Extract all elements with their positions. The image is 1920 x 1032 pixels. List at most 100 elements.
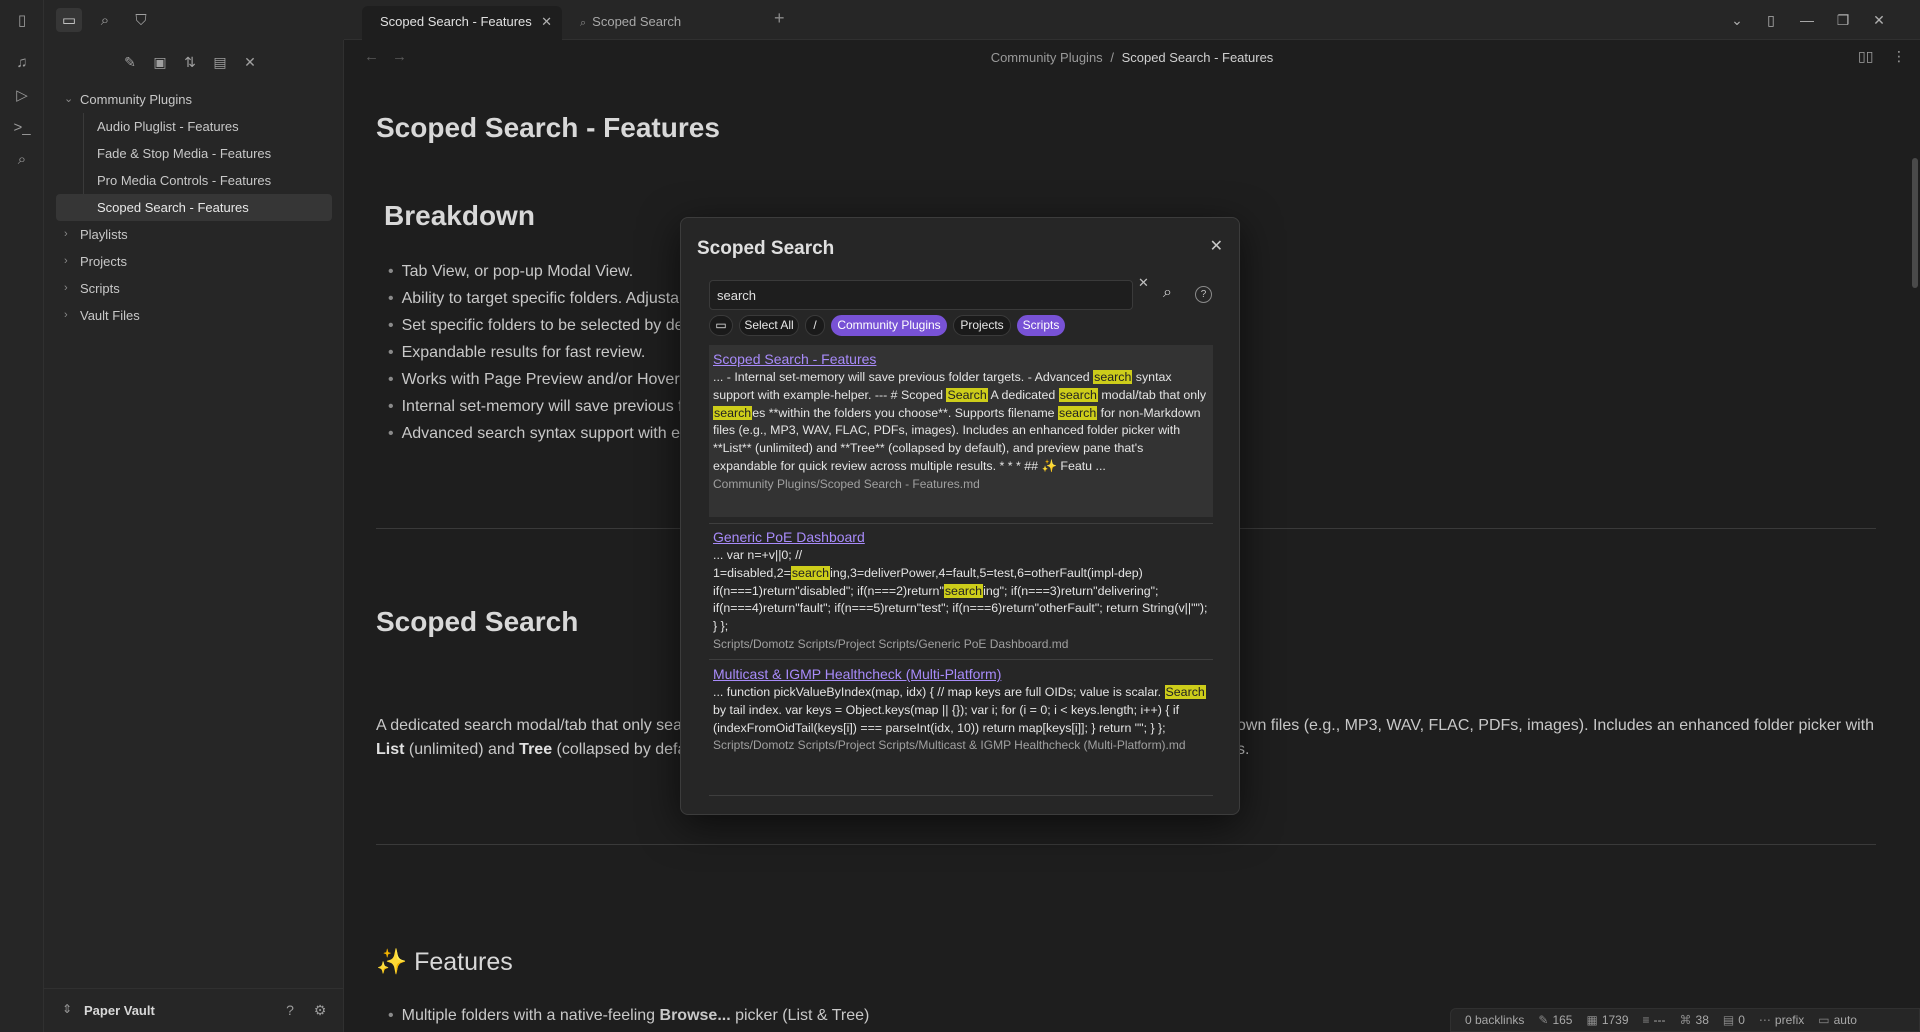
- prefix-mode[interactable]: ⋯ prefix: [1759, 1013, 1804, 1027]
- list-item: Set specific folders to be selected by d…: [388, 312, 695, 339]
- play-icon[interactable]: ▷: [10, 83, 34, 107]
- list-item: Internal set-memory will save previous f: [388, 393, 695, 420]
- tree-item-label: Fade & Stop Media - Features: [97, 146, 272, 161]
- sidebar-toggle-icon[interactable]: ▯: [10, 8, 34, 32]
- breadcrumb-separator: /: [1110, 50, 1114, 65]
- result-title-link[interactable]: Generic PoE Dashboard: [713, 528, 1209, 547]
- collapse-all-icon[interactable]: ✕: [238, 50, 262, 74]
- chevron-up-down-icon: ⇕: [62, 1002, 73, 1016]
- tab-list-chevron-icon[interactable]: ⌄: [1722, 8, 1752, 32]
- result-snippet: ... function pickValueByIndex(map, idx) …: [713, 685, 1206, 735]
- right-sidebar-toggle-icon[interactable]: ▯: [1756, 8, 1786, 32]
- new-note-icon[interactable]: ✎: [118, 50, 142, 74]
- window-close-icon[interactable]: ✕: [1864, 8, 1894, 32]
- para-text: (unlimited) and: [404, 741, 520, 758]
- list-item: Advanced search syntax support with ex: [388, 420, 695, 447]
- scoped-search-icon[interactable]: ⌕: [10, 147, 34, 171]
- list-item: Works with Page Preview and/or Hover E: [388, 366, 695, 393]
- clear-search-icon[interactable]: ✕: [1138, 275, 1149, 291]
- heading-text: Features: [414, 948, 513, 976]
- file-explorer: ✎ ▣ ⇅ ▤ ✕ ⌄ Community Plugins Audio Plug…: [44, 40, 344, 1032]
- new-tab-icon[interactable]: +: [774, 8, 785, 29]
- result-snippet: ... var n=+v||0; // 1=disabled,2=searchi…: [713, 548, 1208, 634]
- tree-item-label: Community Plugins: [80, 92, 192, 107]
- breadcrumb-current[interactable]: Scoped Search - Features: [1122, 50, 1274, 65]
- search-icon[interactable]: ⌕: [1163, 284, 1172, 302]
- close-icon[interactable]: ✕: [1210, 236, 1223, 256]
- close-icon[interactable]: ✕: [541, 6, 552, 38]
- chevron-right-icon: ›: [64, 255, 68, 267]
- result-title-link[interactable]: Scoped Search - Features: [713, 350, 1209, 369]
- chevron-right-icon: ›: [64, 228, 68, 240]
- search-icon[interactable]: ⌕: [92, 8, 118, 32]
- result-path: Scripts/Domotz Scripts/Project Scripts/M…: [713, 738, 1186, 753]
- list-item: Expandable results for fast review.: [388, 339, 695, 366]
- list-item-bold: Browse...: [659, 1007, 731, 1024]
- para-bold: Tree: [519, 741, 553, 758]
- result-title-link[interactable]: Multicast & IGMP Healthcheck (Multi-Plat…: [713, 665, 1209, 684]
- heading-features: ✨ Features: [376, 948, 513, 977]
- tree-folder-playlists[interactable]: › Playlists: [56, 221, 332, 248]
- search-result[interactable]: Scoped Search - Features ... - Internal …: [709, 345, 1213, 517]
- result-path: Community Plugins/Scoped Search - Featur…: [713, 476, 980, 491]
- tree-item-label: Projects: [80, 254, 127, 269]
- link-icon: ⌘: [1679, 1013, 1692, 1027]
- minimize-icon[interactable]: —: [1792, 8, 1822, 32]
- tree-file-fade-stop-media[interactable]: Fade & Stop Media - Features: [56, 140, 332, 167]
- auto-reveal-icon[interactable]: ▤: [208, 50, 232, 74]
- chevron-down-icon: ⌄: [64, 93, 74, 105]
- restore-icon[interactable]: ❐: [1828, 8, 1858, 32]
- gear-icon[interactable]: ⚙: [310, 1000, 330, 1020]
- sort-icon[interactable]: ⇅: [178, 50, 202, 74]
- more-options-icon[interactable]: ⋮: [1892, 48, 1906, 65]
- auto-mode[interactable]: ▭ auto: [1818, 1013, 1857, 1027]
- file-explorer-actions: ✎ ▣ ⇅ ▤ ✕: [44, 50, 344, 74]
- chip-root[interactable]: /: [805, 315, 825, 336]
- tab-scoped-search-features[interactable]: Scoped Search - Features ✕: [362, 6, 562, 40]
- tab-scoped-search[interactable]: ⌕ Scoped Search: [562, 6, 762, 40]
- chevron-right-icon: ›: [64, 282, 68, 294]
- bookmark-icon[interactable]: ⛉: [128, 8, 154, 32]
- search-results: Scoped Search - Features ... - Internal …: [709, 345, 1213, 799]
- tree-file-scoped-search[interactable]: Scoped Search - Features: [56, 194, 332, 221]
- sparkles-icon: ✨: [376, 948, 408, 976]
- search-result[interactable]: Multicast & IGMP Healthcheck (Multi-Plat…: [709, 660, 1213, 796]
- chip-community-plugins[interactable]: Community Plugins: [831, 315, 947, 336]
- search-result[interactable]: Generic PoE Dashboard ... var n=+v||0; /…: [709, 523, 1213, 658]
- tree-folder-vault-files[interactable]: › Vault Files: [56, 302, 332, 329]
- search-input[interactable]: [709, 280, 1133, 310]
- music-note-icon[interactable]: ♫: [10, 50, 34, 74]
- file-tree: ⌄ Community Plugins Audio Pluglist - Fea…: [56, 86, 332, 329]
- vault-switcher[interactable]: ⇕ Paper Vault ? ⚙: [44, 988, 344, 1032]
- reading-time: ≡ ---: [1642, 1013, 1666, 1027]
- tree-folder-projects[interactable]: › Projects: [56, 248, 332, 275]
- chip-select-all[interactable]: Select All: [739, 315, 799, 336]
- tab-label: Scoped Search - Features: [380, 14, 532, 29]
- help-icon[interactable]: ?: [280, 1000, 300, 1020]
- char-count: ▦ 1739: [1586, 1013, 1629, 1027]
- tree-item-label: Audio Pluglist - Features: [97, 119, 239, 134]
- tree-file-audio-pluglist[interactable]: Audio Pluglist - Features: [56, 113, 332, 140]
- browse-folder-icon[interactable]: ▭: [709, 315, 733, 336]
- breadcrumb-parent[interactable]: Community Plugins: [991, 50, 1103, 65]
- tab-bar: Scoped Search - Features ✕ ⌕ Scoped Searc…: [344, 0, 1920, 40]
- chars-icon: ▦: [1586, 1013, 1598, 1027]
- pencil-icon: ✎: [1538, 1013, 1549, 1027]
- folder-icon[interactable]: ▭: [56, 8, 82, 32]
- chip-projects[interactable]: Projects: [953, 315, 1011, 336]
- result-divider: [709, 795, 1213, 796]
- help-button[interactable]: ?: [1195, 286, 1212, 303]
- terminal-icon[interactable]: >_: [10, 115, 34, 139]
- backlinks-count[interactable]: 0 backlinks: [1465, 1013, 1524, 1027]
- list-item-text: Multiple folders with a native-feeling: [401, 1007, 660, 1024]
- tree-folder-scripts[interactable]: › Scripts: [56, 275, 332, 302]
- breadcrumb: Community Plugins / Scoped Search - Feat…: [344, 50, 1920, 65]
- new-folder-icon[interactable]: ▣: [148, 50, 172, 74]
- description-paragraph: A dedicated search modal/tab that only s…: [376, 713, 682, 738]
- lines-icon: ≡: [1642, 1013, 1650, 1027]
- scrollbar[interactable]: [1912, 158, 1918, 288]
- tree-file-pro-media-controls[interactable]: Pro Media Controls - Features: [56, 167, 332, 194]
- reading-view-icon[interactable]: ▯▯: [1858, 48, 1873, 65]
- chip-scripts[interactable]: Scripts: [1017, 315, 1065, 336]
- tree-folder-community-plugins[interactable]: ⌄ Community Plugins: [56, 86, 332, 113]
